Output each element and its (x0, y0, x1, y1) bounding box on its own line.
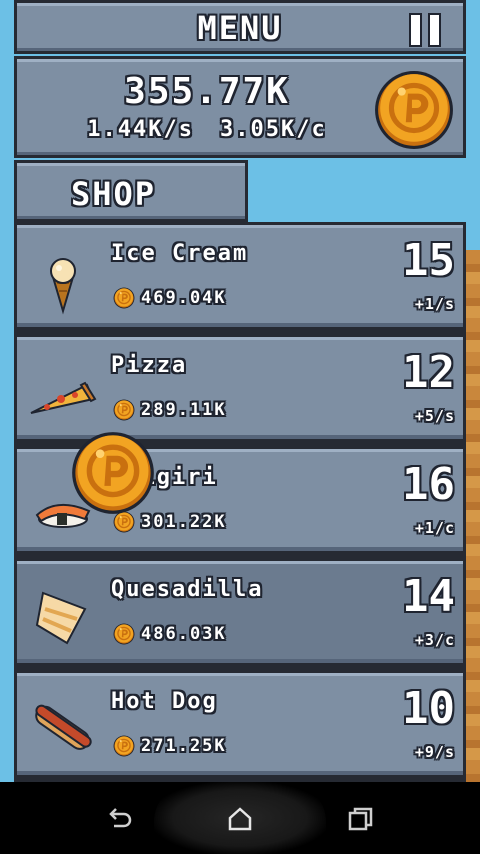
ice-cream-icon (50, 258, 76, 315)
item-cost: 289.11K (113, 399, 227, 421)
shop-item-ice-cream[interactable]: Ice Cream 469.04K 15 +1/s (14, 222, 466, 330)
shop-tab[interactable]: SHOP (14, 160, 248, 222)
home-icon[interactable] (225, 804, 255, 834)
item-count: 14 (402, 571, 455, 622)
per-click-rate: 3.05K/c (220, 117, 327, 142)
item-cost-value: 469.04K (141, 288, 227, 308)
shop-item-quesadilla[interactable]: Quesadilla 486.03K 14 +3/c (14, 558, 466, 666)
item-cost-value: 486.03K (141, 624, 227, 644)
back-icon[interactable] (104, 804, 134, 834)
item-name: Ice Cream (111, 241, 249, 266)
shop-item-pizza[interactable]: Pizza 289.11K 12 +5/s (14, 334, 466, 442)
item-rate: +9/s (414, 743, 455, 761)
money-total: 355.77K (124, 71, 290, 112)
pause-icon[interactable] (411, 15, 439, 45)
item-cost-value: 271.25K (141, 736, 227, 756)
item-cost: 469.04K (113, 287, 227, 309)
item-rate: +5/s (414, 407, 455, 425)
shop-title: SHOP (71, 175, 157, 213)
coin-icon[interactable] (373, 69, 455, 151)
menu-title: MENU (197, 9, 283, 47)
coin-icon (113, 287, 135, 309)
item-rate: +3/c (414, 631, 455, 649)
item-name: Pizza (111, 353, 188, 378)
item-cost-value: 289.11K (141, 400, 227, 420)
item-count: 10 (402, 683, 455, 734)
item-rate: +1/s (414, 295, 455, 313)
coin-icon (113, 735, 135, 757)
rates-row: 1.44K/s 3.05K/c (17, 117, 397, 142)
shop-item-hot-dog[interactable]: Hot Dog 271.25K 10 +9/s (14, 670, 466, 778)
item-count: 16 (402, 459, 455, 510)
recents-icon[interactable] (346, 804, 376, 834)
per-second-rate: 1.44K/s (87, 117, 194, 142)
item-cost: 271.25K (113, 735, 227, 757)
item-count: 15 (402, 235, 455, 286)
coin-icon (113, 623, 135, 645)
coin-icon (113, 399, 135, 421)
system-nav-bar (0, 782, 480, 854)
menu-bar[interactable]: MENU (14, 0, 466, 54)
stats-panel: 355.77K 1.44K/s 3.05K/c (14, 56, 466, 158)
item-rate: +1/c (414, 519, 455, 537)
hot-dog-icon (35, 704, 92, 750)
item-count: 12 (402, 347, 455, 398)
item-name: Quesadilla (111, 577, 264, 602)
quesadilla-icon (35, 591, 87, 645)
floating-coin-icon[interactable] (70, 430, 156, 516)
item-cost: 486.03K (113, 623, 227, 645)
pizza-icon (30, 381, 97, 414)
item-name: Hot Dog (111, 689, 218, 714)
